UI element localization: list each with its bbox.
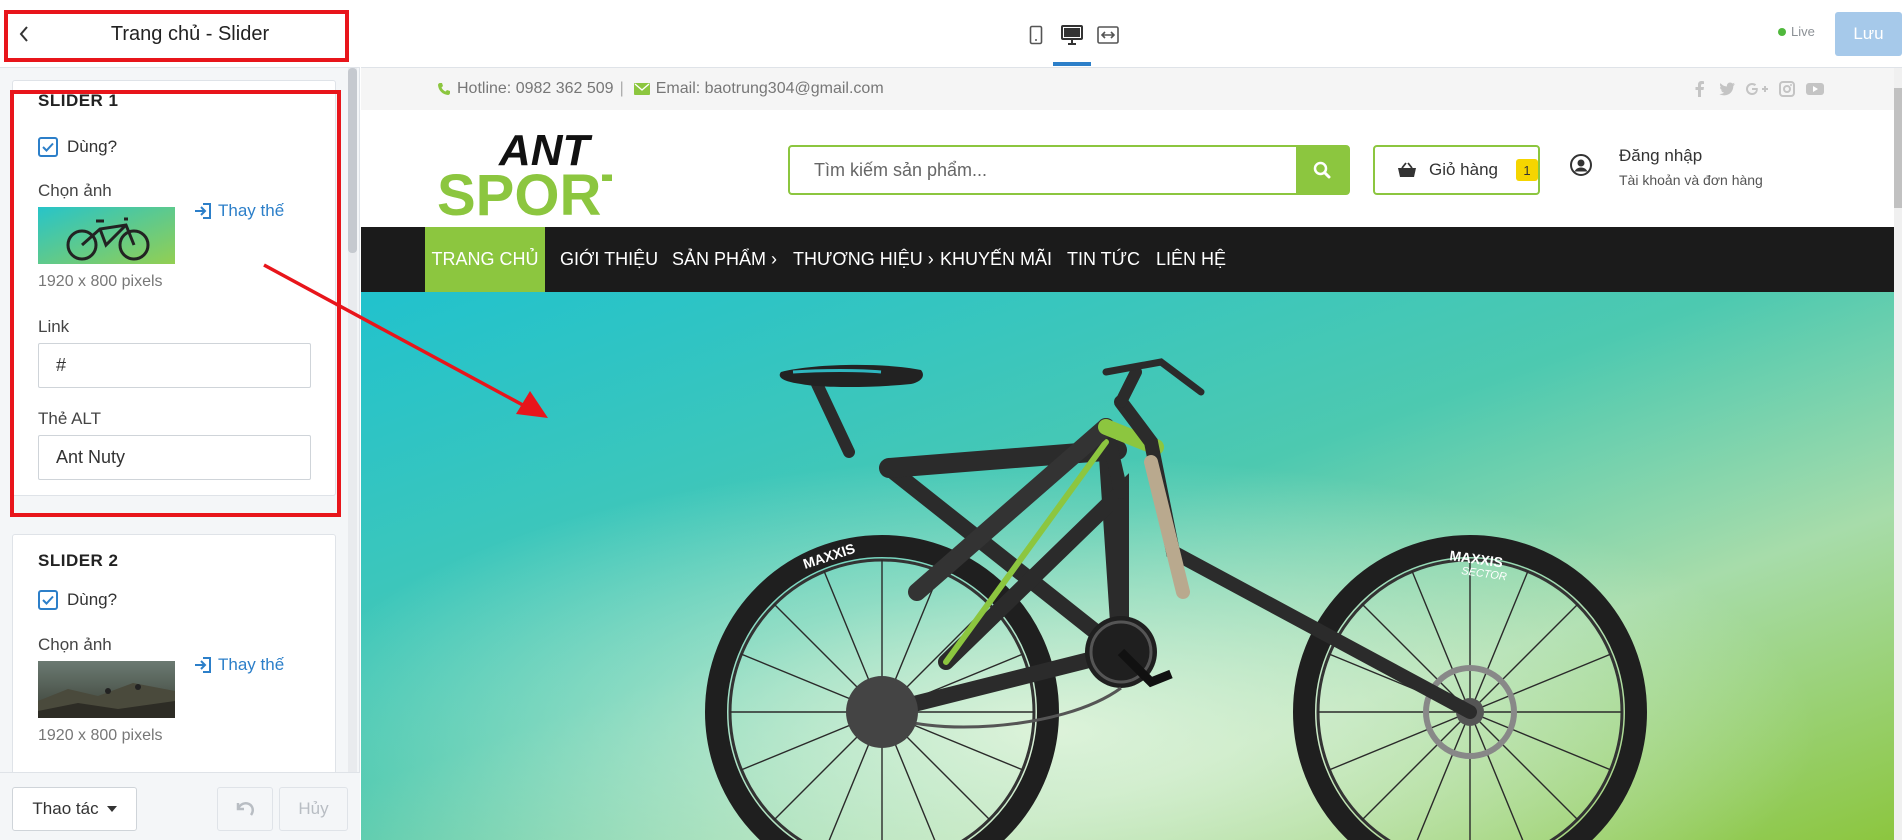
store-preview: Hotline: 0982 362 509 | Email: baotrung3… xyxy=(361,68,1894,840)
slider-1-link-label: Link xyxy=(38,317,70,336)
nav-contact[interactable]: LIÊN HỆ xyxy=(1156,227,1226,292)
slider-2-enabled-checkbox[interactable] xyxy=(38,590,58,610)
slider-1-alt-input[interactable] xyxy=(38,435,311,480)
editor-footer: Thao tác Hủy xyxy=(0,772,360,840)
search-bar xyxy=(788,145,1350,195)
main-navigation: TRANG CHỦ GIỚI THIỆU SẢN PHẨM › THƯƠNG H… xyxy=(361,227,1894,292)
live-dot-icon xyxy=(1778,27,1786,36)
slider-2-dimensions: 1920 x 800 pixels xyxy=(38,727,163,744)
slider-1-image-label: Chọn ảnh xyxy=(38,181,112,200)
hero-bicycle-image: MAXXIS MAXXIS SECTOR xyxy=(361,292,1894,840)
twitter-icon[interactable] xyxy=(1718,80,1736,98)
slider-1-title: SLIDER 1 xyxy=(38,91,119,110)
hotline-text: Hotline: 0982 362 509 xyxy=(457,80,614,97)
back-button[interactable] xyxy=(12,20,36,48)
replace-icon xyxy=(195,203,211,219)
editor-title: Trang chủ - Slider xyxy=(110,23,270,45)
slider-1-replace-button[interactable]: Thay thế xyxy=(194,201,284,221)
save-button[interactable]: Lưu xyxy=(1835,12,1902,56)
desktop-icon xyxy=(1061,25,1083,45)
editor-scrollbar-thumb[interactable] xyxy=(348,68,357,253)
slider-1-enabled-label: Dùng? xyxy=(67,137,118,156)
actions-label: Thao tác xyxy=(32,799,99,818)
search-button[interactable] xyxy=(1296,147,1348,193)
cart-button[interactable]: Giỏ hàng 1 xyxy=(1373,145,1540,195)
chevron-left-icon xyxy=(19,26,28,42)
site-topbar: Hotline: 0982 362 509 | Email: baotrung3… xyxy=(361,68,1894,110)
slider-1-link-input[interactable] xyxy=(38,343,311,388)
hero-slider[interactable]: MAXXIS MAXXIS SECTOR xyxy=(361,292,1894,840)
preview-toolbar: Live Lưu xyxy=(361,0,1902,68)
preview-scrollbar[interactable] xyxy=(1894,68,1902,840)
search-input[interactable] xyxy=(790,147,1290,193)
google-plus-icon[interactable] xyxy=(1745,80,1769,98)
check-icon xyxy=(42,595,54,605)
undo-button[interactable] xyxy=(217,787,273,831)
slider-1-thumbnail[interactable] xyxy=(38,207,175,264)
expand-width-icon xyxy=(1097,26,1119,44)
nav-news[interactable]: TIN TỨC xyxy=(1067,227,1140,292)
slider-2-card: SLIDER 2 Dùng? Chọn ảnh Thay thế 1920 x … xyxy=(12,534,336,772)
account-subtitle: Tài khoản và đơn hàng xyxy=(1619,172,1763,188)
preview-scrollbar-thumb[interactable] xyxy=(1894,88,1902,208)
login-link[interactable]: Đăng nhập xyxy=(1619,146,1702,166)
mobile-view-button[interactable] xyxy=(1021,22,1051,48)
active-view-indicator xyxy=(1053,62,1091,66)
contact-separator: | xyxy=(619,80,624,97)
email-link[interactable]: Email: baotrung304@gmail.com xyxy=(656,80,884,98)
cancel-button[interactable]: Hủy xyxy=(279,787,348,831)
social-links xyxy=(1691,68,1825,110)
editor-scrollbar[interactable] xyxy=(348,68,357,772)
editor-settings-list: SLIDER 1 Dùng? Chọn ảnh Thay thế 1920 x … xyxy=(0,68,360,772)
theme-editor-panel: Trang chủ - Slider SLIDER 1 Dùng? Chọn ả… xyxy=(0,0,360,840)
fullwidth-view-button[interactable] xyxy=(1093,22,1123,48)
contact-info: Hotline: 0982 362 509 | Email: baotrung3… xyxy=(437,68,884,110)
desktop-view-button[interactable] xyxy=(1057,22,1087,48)
nav-products[interactable]: SẢN PHẨM › xyxy=(672,227,777,292)
bicycle-saddle xyxy=(779,364,923,387)
nav-about[interactable]: GIỚI THIỆU xyxy=(560,227,658,292)
cart-count-badge: 1 xyxy=(1516,159,1538,181)
store-logo[interactable]: ANT SPORT xyxy=(437,123,637,228)
logo-bottom-text: SPORT xyxy=(437,163,612,218)
user-circle-icon xyxy=(1570,154,1592,176)
undo-icon xyxy=(236,801,254,816)
slider-2-image-label: Chọn ảnh xyxy=(38,635,112,654)
live-label: Live xyxy=(1791,24,1815,39)
facebook-icon[interactable] xyxy=(1691,80,1709,98)
slider-2-title: SLIDER 2 xyxy=(38,551,119,570)
cart-label: Giỏ hàng xyxy=(1429,160,1498,179)
slider-2-replace-label: Thay thế xyxy=(218,655,285,674)
instagram-icon[interactable] xyxy=(1778,80,1796,98)
slider-1-dimensions: 1920 x 800 pixels xyxy=(38,273,163,290)
phone-icon xyxy=(438,83,450,95)
search-icon xyxy=(1313,161,1331,179)
nav-home[interactable]: TRANG CHỦ xyxy=(425,227,545,292)
live-status: Live xyxy=(1778,24,1815,39)
nav-brands[interactable]: THƯƠNG HIỆU › xyxy=(793,227,934,292)
check-icon xyxy=(42,142,54,152)
envelope-icon xyxy=(633,83,650,95)
editor-header: Trang chủ - Slider xyxy=(0,0,360,68)
caret-down-icon xyxy=(106,806,117,812)
slider-1-enabled-checkbox[interactable] xyxy=(38,137,58,157)
slider-2-enabled-label: Dùng? xyxy=(67,590,118,609)
slider-2-thumbnail[interactable] xyxy=(38,661,175,718)
nav-promotions[interactable]: KHUYẾN MÃI xyxy=(940,227,1052,292)
slider-2-replace-button[interactable]: Thay thế xyxy=(194,655,284,675)
slider-1-replace-label: Thay thế xyxy=(218,201,285,220)
actions-dropdown-button[interactable]: Thao tác xyxy=(12,787,137,831)
replace-icon xyxy=(195,657,211,673)
youtube-icon[interactable] xyxy=(1805,81,1825,97)
slider-1-card: SLIDER 1 Dùng? Chọn ảnh Thay thế 1920 x … xyxy=(12,80,336,496)
slider-1-alt-label: Thẻ ALT xyxy=(38,409,101,428)
mobile-icon xyxy=(1029,25,1043,45)
basket-icon xyxy=(1398,162,1416,177)
